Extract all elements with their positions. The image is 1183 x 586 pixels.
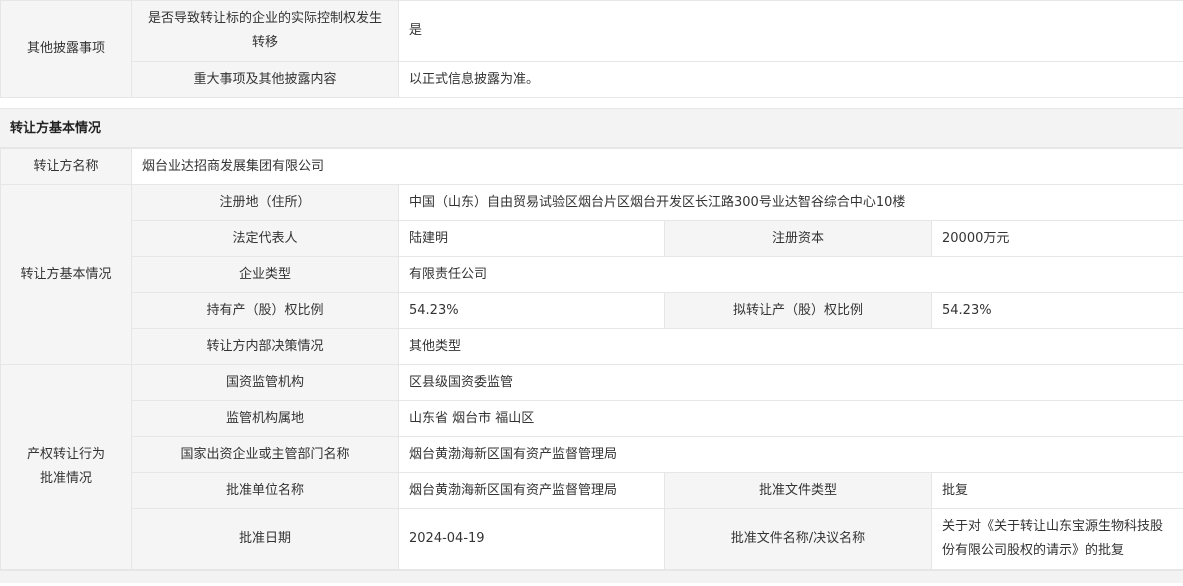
other-disclosure-content-value: 以正式信息披露为准。 bbox=[398, 61, 1183, 98]
transferor-name-label: 转让方名称 bbox=[0, 148, 132, 185]
dept-value: 烟台黄渤海新区国有资产监督管理局 bbox=[397, 436, 1183, 473]
planned-ratio-value: 54.23% bbox=[930, 292, 1183, 329]
hold-ratio-label: 持有产（股）权比例 bbox=[131, 292, 399, 329]
approval-doc-type-value: 批复 bbox=[930, 472, 1183, 509]
company-type-label: 企业类型 bbox=[131, 256, 399, 293]
transferor-group-label: 转让方基本情况 bbox=[0, 184, 132, 365]
control-transfer-label: 是否导致转让标的企业的实际控制权发生转移 bbox=[131, 0, 399, 62]
section-title: 转让方基本情况 bbox=[0, 108, 1183, 148]
approval-doc-name-value: 关于对《关于转让山东宝源生物科技股份有限公司股权的请示》的批复 bbox=[930, 508, 1183, 570]
other-disclosure-content-label: 重大事项及其他披露内容 bbox=[131, 61, 399, 98]
approval-group-label-line2: 批准情况 bbox=[39, 471, 92, 486]
other-disclosure-group-label: 其他披露事项 bbox=[0, 0, 132, 98]
decision-value: 其他类型 bbox=[397, 328, 1183, 365]
legal-rep-value: 陆建明 bbox=[398, 220, 665, 257]
approval-doc-name-label: 批准文件名称/决议名称 bbox=[664, 508, 932, 570]
company-type-value: 有限责任公司 bbox=[397, 256, 1183, 293]
capital-label: 注册资本 bbox=[664, 220, 932, 257]
capital-value: 20000万元 bbox=[930, 220, 1183, 257]
address-value: 中国（山东）自由贸易试验区烟台片区烟台开发区长江路300号业达智谷综合中心10楼 bbox=[397, 184, 1183, 221]
hold-ratio-value: 54.23% bbox=[398, 292, 665, 329]
bottom-strip bbox=[0, 570, 1183, 583]
approval-date-value: 2024-04-19 bbox=[398, 508, 665, 570]
control-transfer-value: 是 bbox=[398, 0, 1183, 62]
approval-unit-value: 烟台黄渤海新区国有资产监督管理局 bbox=[398, 472, 665, 509]
planned-ratio-label: 拟转让产（股）权比例 bbox=[664, 292, 932, 329]
approval-doc-type-label: 批准文件类型 bbox=[664, 472, 932, 509]
decision-label: 转让方内部决策情况 bbox=[131, 328, 399, 365]
approval-group-label-line1: 产权转让行为 bbox=[26, 447, 105, 462]
agency-label: 国资监管机构 bbox=[131, 364, 399, 401]
dept-label: 国家出资企业或主管部门名称 bbox=[131, 436, 399, 473]
transferor-name-value: 烟台业达招商发展集团有限公司 bbox=[130, 148, 1183, 185]
agency-value: 区县级国资委监管 bbox=[397, 364, 1183, 401]
approval-group-label: 产权转让行为 批准情况 bbox=[0, 364, 132, 570]
other-disclosure-table: 其他披露事项 是否导致转让标的企业的实际控制权发生转移 是 重大事项及其他披露内… bbox=[0, 0, 1183, 98]
legal-rep-label: 法定代表人 bbox=[131, 220, 399, 257]
approval-date-label: 批准日期 bbox=[131, 508, 399, 570]
address-label: 注册地（住所） bbox=[131, 184, 399, 221]
agency-location-label: 监管机构属地 bbox=[131, 400, 399, 437]
transferor-table: 转让方名称 烟台业达招商发展集团有限公司 转让方基本情况 注册地（住所） 中国（… bbox=[0, 148, 1183, 570]
approval-unit-label: 批准单位名称 bbox=[131, 472, 399, 509]
agency-location-value: 山东省 烟台市 福山区 bbox=[397, 400, 1183, 437]
